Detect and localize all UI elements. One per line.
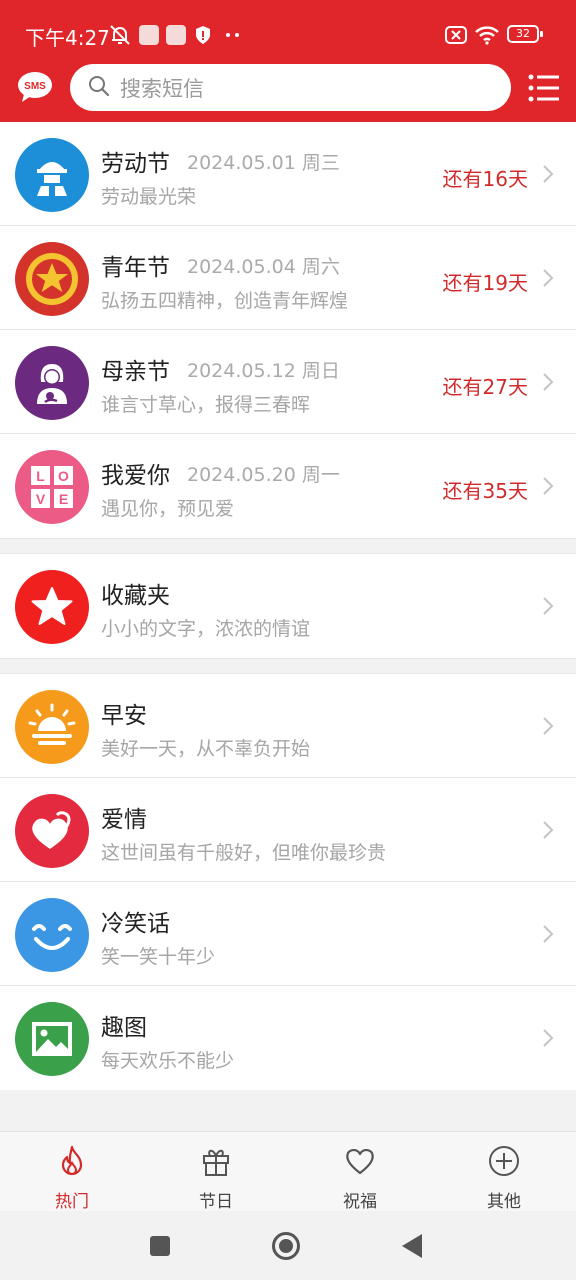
heart-outline-icon: [343, 1144, 377, 1182]
festival-subtitle: 弘扬五四精神，创造青年辉煌: [101, 290, 349, 312]
chevron-right-icon: [542, 716, 554, 736]
festival-subtitle: 谁言寸草心，报得三春晖: [101, 394, 311, 416]
app-header: 下午4:27 32 SMS 搜索短信: [0, 0, 576, 122]
shield-icon: [194, 24, 212, 46]
battery-indicator: 32: [507, 25, 543, 43]
category-title: 冷笑话: [101, 911, 170, 937]
category-item[interactable]: 冷笑话 笑一笑十年少: [0, 882, 576, 986]
category-item[interactable]: 爱情 这世间虽有千般好，但唯你最珍贵: [0, 778, 576, 882]
love-blocks-icon: L O V E: [15, 450, 89, 524]
category-item[interactable]: 早安 美好一天，从不辜负开始: [0, 674, 576, 778]
mute-notification-icon: [108, 24, 132, 46]
favorites-group: 收藏夹 小小的文字，浓浓的情谊: [0, 554, 576, 658]
section-divider: [0, 538, 576, 554]
svg-text:O: O: [58, 468, 69, 484]
category-item[interactable]: 趣图 每天欢乐不能少: [0, 986, 576, 1090]
chevron-right-icon: [542, 596, 554, 616]
chevron-right-icon: [542, 820, 554, 840]
search-input[interactable]: 搜索短信: [70, 64, 511, 111]
category-subtitle: 笑一笑十年少: [101, 946, 216, 968]
category-subtitle: 每天欢乐不能少: [101, 1050, 235, 1072]
more-dots-icon: [224, 24, 242, 46]
gift-icon: [199, 1144, 233, 1182]
star-emblem-icon: [15, 242, 89, 316]
worker-icon: [15, 138, 89, 212]
tab-label: 祝福: [343, 1192, 377, 1212]
festival-date: 2024.05.04 周六: [187, 256, 340, 278]
home-button[interactable]: [271, 1231, 301, 1261]
tab-other[interactable]: 其他: [432, 1132, 576, 1212]
chevron-right-icon: [542, 1028, 554, 1048]
flame-icon: [55, 1144, 89, 1182]
category-title: 趣图: [101, 1015, 147, 1041]
chevron-right-icon: [542, 372, 554, 392]
system-nav-bar: [0, 1211, 576, 1280]
menu-list-icon[interactable]: [528, 73, 560, 103]
festival-title: 我爱你: [101, 463, 170, 489]
tab-label: 其他: [487, 1192, 521, 1212]
sms-logo-icon: SMS: [16, 70, 54, 104]
festival-item[interactable]: 母亲节 2024.05.12 周日 谁言寸草心，报得三春晖 还有27天: [0, 330, 576, 434]
favorites-item[interactable]: 收藏夹 小小的文字，浓浓的情谊: [0, 554, 576, 658]
festival-item[interactable]: L O V E 我爱你 2024.05.20 周一 遇见你，预见爱 还有35天: [0, 434, 576, 538]
tab-festival[interactable]: 节日: [144, 1132, 288, 1212]
tab-label: 热门: [55, 1192, 89, 1212]
days-remaining: 还有35天: [442, 479, 528, 503]
festival-title: 青年节: [101, 255, 170, 281]
festival-item[interactable]: 劳动节 2024.05.01 周三 劳动最光荣 还有16天: [0, 122, 576, 226]
hearts-icon: [15, 794, 89, 868]
back-button[interactable]: [397, 1231, 427, 1261]
favorites-title: 收藏夹: [101, 583, 170, 609]
svg-text:V: V: [36, 491, 46, 507]
tab-label: 节日: [199, 1192, 233, 1212]
festival-title: 劳动节: [101, 151, 170, 177]
content-list: 劳动节 2024.05.01 周三 劳动最光荣 还有16天 青年节 2024.0…: [0, 122, 576, 1090]
status-bar: 下午4:27 32: [0, 0, 576, 66]
category-group: 早安 美好一天，从不辜负开始 爱情 这世间虽有千般好，但唯你最珍贵 冷笑话 笑一…: [0, 674, 576, 1090]
bottom-tab-bar: 热门 节日 祝福 其他: [0, 1131, 576, 1212]
search-icon: [88, 75, 110, 101]
chevron-right-icon: [542, 268, 554, 288]
category-title: 爱情: [101, 807, 147, 833]
tab-hot[interactable]: 热门: [0, 1132, 144, 1212]
category-subtitle: 这世间虽有千般好，但唯你最珍贵: [101, 842, 387, 864]
recent-apps-button[interactable]: [145, 1231, 175, 1261]
wifi-icon: [474, 24, 500, 46]
mother-icon: [15, 346, 89, 420]
chevron-right-icon: [542, 924, 554, 944]
favorites-subtitle: 小小的文字，浓浓的情谊: [101, 618, 311, 640]
smile-icon: [15, 898, 89, 972]
svg-text:E: E: [59, 491, 68, 507]
logo-text: SMS: [24, 81, 46, 92]
chevron-right-icon: [542, 476, 554, 496]
app-notification-icon: [139, 24, 159, 46]
search-placeholder: 搜索短信: [120, 76, 204, 101]
festival-subtitle: 遇见你，预见爱: [101, 498, 235, 520]
days-remaining: 还有19天: [442, 271, 528, 295]
star-icon: [15, 570, 89, 644]
festival-date: 2024.05.12 周日: [187, 360, 340, 382]
festival-date: 2024.05.01 周三: [187, 152, 340, 174]
app-notification-icon: [166, 24, 186, 46]
plus-circle-icon: [487, 1144, 521, 1182]
chevron-right-icon: [542, 164, 554, 184]
picture-icon: [15, 1002, 89, 1076]
status-time: 下午4:27: [25, 26, 110, 50]
category-title: 早安: [101, 703, 147, 729]
sunrise-icon: [15, 690, 89, 764]
svg-text:L: L: [36, 468, 45, 484]
festival-title: 母亲节: [101, 359, 170, 385]
festival-subtitle: 劳动最光荣: [101, 186, 197, 208]
days-remaining: 还有16天: [442, 167, 528, 191]
festival-date: 2024.05.20 周一: [187, 464, 340, 486]
days-remaining: 还有27天: [442, 375, 528, 399]
festival-group: 劳动节 2024.05.01 周三 劳动最光荣 还有16天 青年节 2024.0…: [0, 122, 576, 538]
no-sim-icon: [444, 24, 468, 46]
festival-item[interactable]: 青年节 2024.05.04 周六 弘扬五四精神，创造青年辉煌 还有19天: [0, 226, 576, 330]
section-divider: [0, 658, 576, 674]
tab-blessing[interactable]: 祝福: [288, 1132, 432, 1212]
category-subtitle: 美好一天，从不辜负开始: [101, 738, 311, 760]
